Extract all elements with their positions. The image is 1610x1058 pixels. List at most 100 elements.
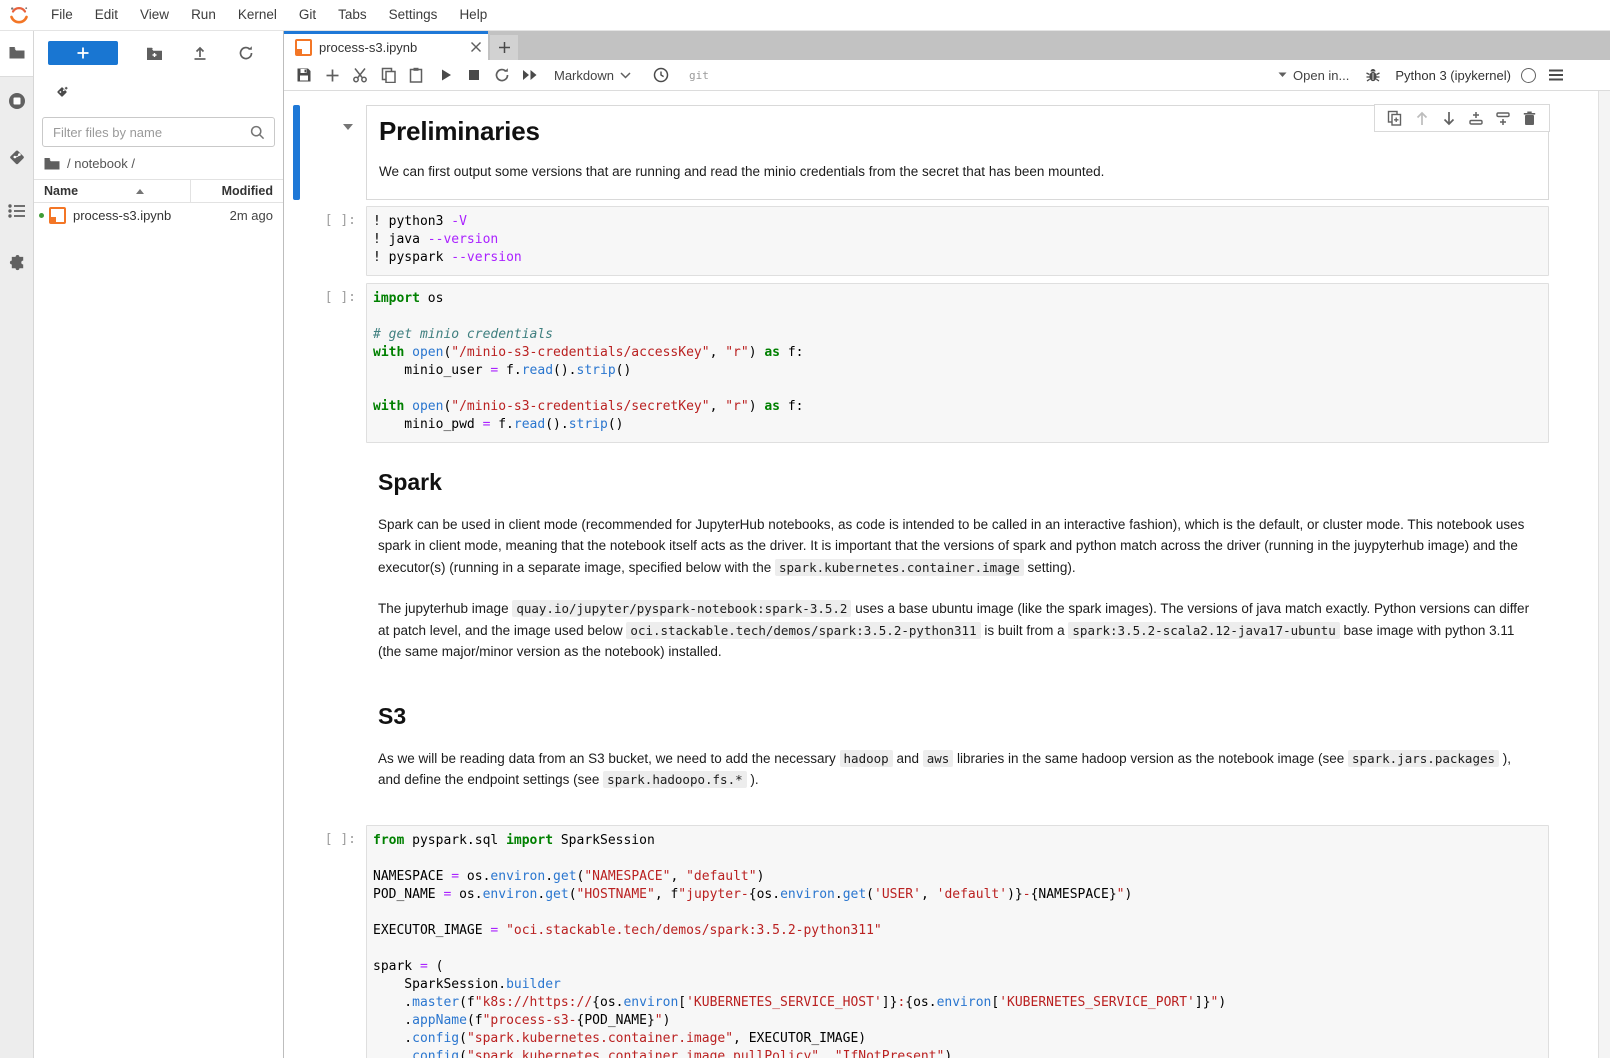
scrollbar-track[interactable] (1598, 91, 1610, 1058)
column-header-name[interactable]: Name (34, 184, 190, 198)
rendered-markdown: Spark Spark can be used in client mode (… (366, 443, 1549, 687)
notebook-file-icon (49, 207, 66, 224)
code-cell-minio-credentials[interactable]: [ ]: import os # get minio credentialswi… (284, 283, 1610, 443)
git-sidebar-icon[interactable] (7, 147, 27, 167)
close-icon[interactable] (470, 41, 482, 53)
history-clock-icon[interactable] (647, 62, 675, 88)
cell-prompt (300, 443, 366, 687)
kernel-status-icon[interactable] (1521, 68, 1536, 83)
cell-prompt: [ ]: (300, 825, 366, 1058)
chevron-down-icon (620, 72, 631, 79)
menu-file[interactable]: File (40, 0, 84, 30)
cell-collapser[interactable] (293, 825, 300, 1058)
notebook-toolbar: Markdown git Open in... Python 3 (ipyker… (284, 60, 1610, 91)
section-heading-spark: Spark (378, 469, 1537, 496)
move-down-icon[interactable] (1435, 107, 1462, 129)
menu-git[interactable]: Git (288, 0, 327, 30)
rendered-markdown: Preliminaries We can first output some v… (366, 105, 1549, 200)
column-header-modified[interactable]: Modified (191, 184, 283, 198)
menu-bar: File Edit View Run Kernel Git Tabs Setti… (0, 0, 1610, 31)
menu-help[interactable]: Help (448, 0, 498, 30)
markdown-paragraph: The jupyterhub image quay.io/jupyter/pys… (378, 598, 1537, 663)
add-cell-icon[interactable] (318, 62, 346, 88)
insert-cell-above-icon[interactable] (1462, 107, 1489, 129)
cell-toolbar (1374, 104, 1550, 132)
toc-icon[interactable] (7, 201, 27, 221)
upload-icon[interactable] (186, 41, 214, 65)
plus-icon (498, 41, 511, 54)
sort-asc-icon (136, 189, 144, 194)
cut-cells-icon[interactable] (346, 62, 374, 88)
restart-kernel-icon[interactable] (488, 62, 516, 88)
menu-settings[interactable]: Settings (378, 0, 449, 30)
kernel-name[interactable]: Python 3 (ipykernel) (1395, 68, 1511, 83)
tab-process-s3[interactable]: process-s3.ipynb (284, 31, 488, 60)
duplicate-cell-icon[interactable] (1381, 107, 1408, 129)
menu-edit[interactable]: Edit (84, 0, 129, 30)
interrupt-kernel-icon[interactable] (460, 62, 488, 88)
open-in-label: Open in... (1293, 68, 1349, 83)
cell-type-dropdown[interactable]: Markdown (554, 68, 631, 83)
file-list-header: Name Modified (34, 179, 283, 203)
extensions-icon[interactable] (7, 253, 27, 273)
search-icon[interactable] (250, 125, 265, 140)
code-cell-spark-session[interactable]: [ ]: from pyspark.sql import SparkSessio… (284, 825, 1610, 1058)
cell-collapser[interactable] (293, 687, 300, 815)
toolbar-right-group: Open in... Python 3 (ipykernel) (1278, 67, 1610, 83)
code-editor[interactable]: import os # get minio credentialswith op… (366, 283, 1549, 443)
rendered-markdown: S3 As we will be reading data from an S3… (366, 687, 1549, 815)
copy-cells-icon[interactable] (374, 62, 402, 88)
run-icon[interactable] (432, 62, 460, 88)
cell-collapser[interactable] (293, 105, 300, 200)
menu-run[interactable]: Run (180, 0, 227, 30)
insert-cell-below-icon[interactable] (1489, 107, 1516, 129)
cell-prompt (300, 105, 366, 200)
code-editor[interactable]: from pyspark.sql import SparkSession NAM… (366, 825, 1549, 1058)
menu-kernel[interactable]: Kernel (227, 0, 288, 30)
filter-files-box (42, 117, 275, 147)
caret-down-icon (1278, 72, 1287, 78)
section-heading-preliminaries: Preliminaries (379, 116, 1536, 147)
cell-collapser[interactable] (293, 283, 300, 443)
breadcrumb-path[interactable]: / notebook / (67, 156, 135, 171)
notebook-tab-icon (295, 39, 312, 56)
code-editor[interactable]: ! python3 -V! java --version! pyspark --… (366, 206, 1549, 276)
hamburger-menu-icon[interactable] (1548, 68, 1564, 82)
code-cell-versions[interactable]: [ ]: ! python3 -V! java --version! pyspa… (284, 206, 1610, 276)
section-heading-s3: S3 (378, 703, 1537, 730)
refresh-icon[interactable] (232, 41, 260, 65)
cell-prompt: [ ]: (300, 206, 366, 276)
debugger-bug-icon[interactable] (1365, 67, 1381, 83)
paste-cells-icon[interactable] (402, 62, 430, 88)
file-browser-icon[interactable] (7, 43, 27, 63)
restart-run-all-icon[interactable] (516, 62, 544, 88)
file-browser-panel: / notebook / Name Modified process-s3.ip… (34, 31, 284, 1058)
plus-icon (76, 46, 90, 60)
save-icon[interactable] (290, 62, 318, 88)
heading-collapse-icon[interactable] (343, 124, 353, 130)
file-name: process-s3.ipynb (73, 208, 193, 223)
new-launcher-button[interactable] (48, 41, 118, 65)
menu-view[interactable]: View (129, 0, 180, 30)
cell-prompt: [ ]: (300, 283, 366, 443)
git-init-icon[interactable] (54, 84, 70, 100)
open-in-dropdown[interactable]: Open in... (1278, 68, 1349, 83)
running-kernels-icon[interactable] (7, 91, 27, 111)
new-tab-button[interactable] (490, 35, 518, 60)
move-up-icon[interactable] (1408, 107, 1435, 129)
file-modified: 2m ago (193, 208, 283, 223)
home-folder-icon[interactable] (44, 157, 60, 170)
cell-collapser[interactable] (293, 206, 300, 276)
git-toolbar-label: git (689, 69, 709, 82)
jupyterhub-logo-icon (8, 4, 30, 26)
filter-files-input[interactable] (43, 125, 250, 140)
delete-cell-icon[interactable] (1516, 107, 1543, 129)
menu-tabs[interactable]: Tabs (327, 0, 378, 30)
markdown-cell-spark[interactable]: Spark Spark can be used in client mode (… (284, 443, 1610, 687)
cell-collapser[interactable] (293, 443, 300, 687)
new-folder-icon[interactable] (140, 41, 168, 65)
markdown-cell-preliminaries[interactable]: Preliminaries We can first output some v… (284, 105, 1610, 200)
running-status-dot (39, 213, 44, 218)
file-row-process-s3[interactable]: process-s3.ipynb 2m ago (34, 203, 283, 227)
markdown-cell-s3[interactable]: S3 As we will be reading data from an S3… (284, 687, 1610, 815)
